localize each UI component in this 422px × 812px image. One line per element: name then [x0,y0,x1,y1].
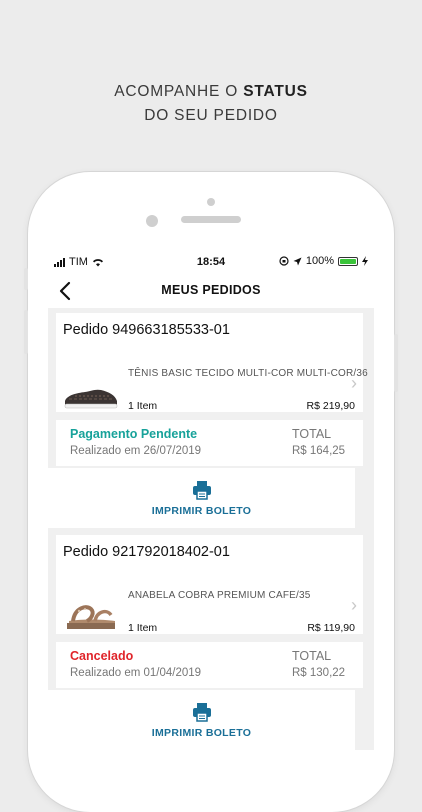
item-price: R$ 119,90 [307,622,355,634]
location-icon [293,257,302,265]
promo-line-1-bold: STATUS [243,83,308,100]
phone-side-button-left-2 [24,310,28,354]
print-boleto-label: IMPRIMIR BOLETO [151,505,252,517]
promo-line-2: DO SEU PEDIDO [144,107,278,124]
phone-speaker [181,216,241,223]
phone-camera [146,215,158,227]
order-card: Pedido 949663185533-01 TÊNIS BASIC TECID… [56,313,368,412]
nav-bar: MEUS PEDIDOS [48,276,374,308]
order-summary: Pagamento Pendente Realizado em 26/07/20… [56,420,363,466]
promo-line-1-prefix: ACOMPANHE O [114,83,244,100]
app-screen: TIM 18:54 100% MEUS PEDIDOS Pedido 94966… [48,248,374,750]
order-card: Pedido 921792018402-01 ANABELA COBRA PRE… [56,535,363,634]
total-label: TOTAL [292,427,332,441]
promo-line-1: ACOMPANHE O STATUS [0,80,422,104]
product-name: TÊNIS BASIC TECIDO MULTI-COR MULTI-COR/3… [128,368,368,379]
sandal-image [67,605,115,629]
status-badge: Cancelado [70,649,134,663]
charging-icon [362,256,368,266]
product-name: ANABELA COBRA PREMIUM CAFE/35 [128,590,311,601]
phone-side-button-right [394,334,398,392]
order-date: Realizado em 01/04/2019 [70,667,202,679]
total-value: R$ 130,22 [292,667,346,679]
order-number: Pedido 921792018402-01 [63,544,230,560]
battery-fill [340,258,356,264]
order-date: Realizado em 26/07/2019 [70,445,202,457]
item-count: 1 Item [128,400,158,412]
item-price: R$ 219,90 [306,400,355,412]
total-value: R$ 164,25 [292,445,346,457]
total-label: TOTAL [292,649,332,663]
promo-headline: ACOMPANHE O STATUS DO SEU PEDIDO [0,80,422,128]
chevron-right-icon[interactable]: › [351,373,357,394]
battery-percent: 100% [305,255,334,267]
lock-rotation-icon [279,256,289,266]
print-boleto-button[interactable]: IMPRIMIR BOLETO [48,690,355,750]
printer-icon [193,481,211,500]
print-boleto-button[interactable]: IMPRIMIR BOLETO [48,468,355,528]
item-count: 1 Item [128,622,158,634]
status-badge: Pagamento Pendente [70,427,198,441]
page-title: MEUS PEDIDOS [161,283,261,297]
sneaker-image [64,389,118,409]
phone-sensor [207,198,215,206]
print-boleto-label: IMPRIMIR BOLETO [151,727,252,739]
printer-icon [193,703,211,722]
status-bar-right: 100% [279,255,368,267]
phone-side-button-left [24,268,28,290]
order-number: Pedido 949663185533-01 [63,322,230,338]
status-bar: TIM 18:54 100% [48,248,374,276]
battery-icon [338,256,358,266]
chevron-right-icon[interactable]: › [351,595,357,616]
order-summary: Cancelado Realizado em 01/04/2019 TOTAL … [56,642,363,688]
